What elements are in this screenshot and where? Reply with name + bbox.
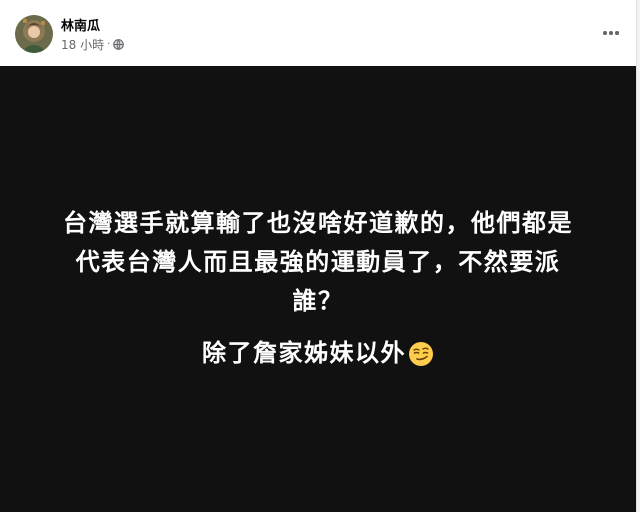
author-name[interactable]: 林南瓜 <box>61 15 100 34</box>
more-options-button[interactable] <box>598 20 624 46</box>
more-icon-dot <box>609 31 613 35</box>
post-meta: 18 小時 · <box>61 36 125 53</box>
more-icon <box>603 31 607 35</box>
post-time[interactable]: 18 小時 <box>61 36 104 53</box>
text-line: 誰？ <box>292 287 344 315</box>
paragraph-2-text: 除了詹家姊妹以外 <box>202 339 406 367</box>
globe-icon[interactable] <box>113 39 125 50</box>
text-line-2: 除了詹家姊妹以外 <box>20 334 616 379</box>
text-line: 代表台灣人而且最強的運動員了，不然要派 <box>75 248 561 276</box>
smirking-face-emoji <box>408 340 434 379</box>
post-content[interactable]: 台灣選手就算輸了也沒啥好道歉的，他們都是 代表台灣人而且最強的運動員了，不然要派… <box>0 66 636 512</box>
meta-separator: · <box>107 39 111 50</box>
facebook-post: 林南瓜 18 小時 · 台灣選手就算輸了也沒啥好道歉的，他們都是 代表台灣人而且… <box>0 0 637 512</box>
post-header: 林南瓜 18 小時 · <box>0 0 636 66</box>
text-line: 台灣選手就算輸了也沒啥好道歉的，他們都是 <box>63 209 573 237</box>
post-text: 台灣選手就算輸了也沒啥好道歉的，他們都是 代表台灣人而且最強的運動員了，不然要派… <box>20 204 616 379</box>
avatar[interactable] <box>15 15 53 53</box>
more-icon-dot <box>615 31 619 35</box>
